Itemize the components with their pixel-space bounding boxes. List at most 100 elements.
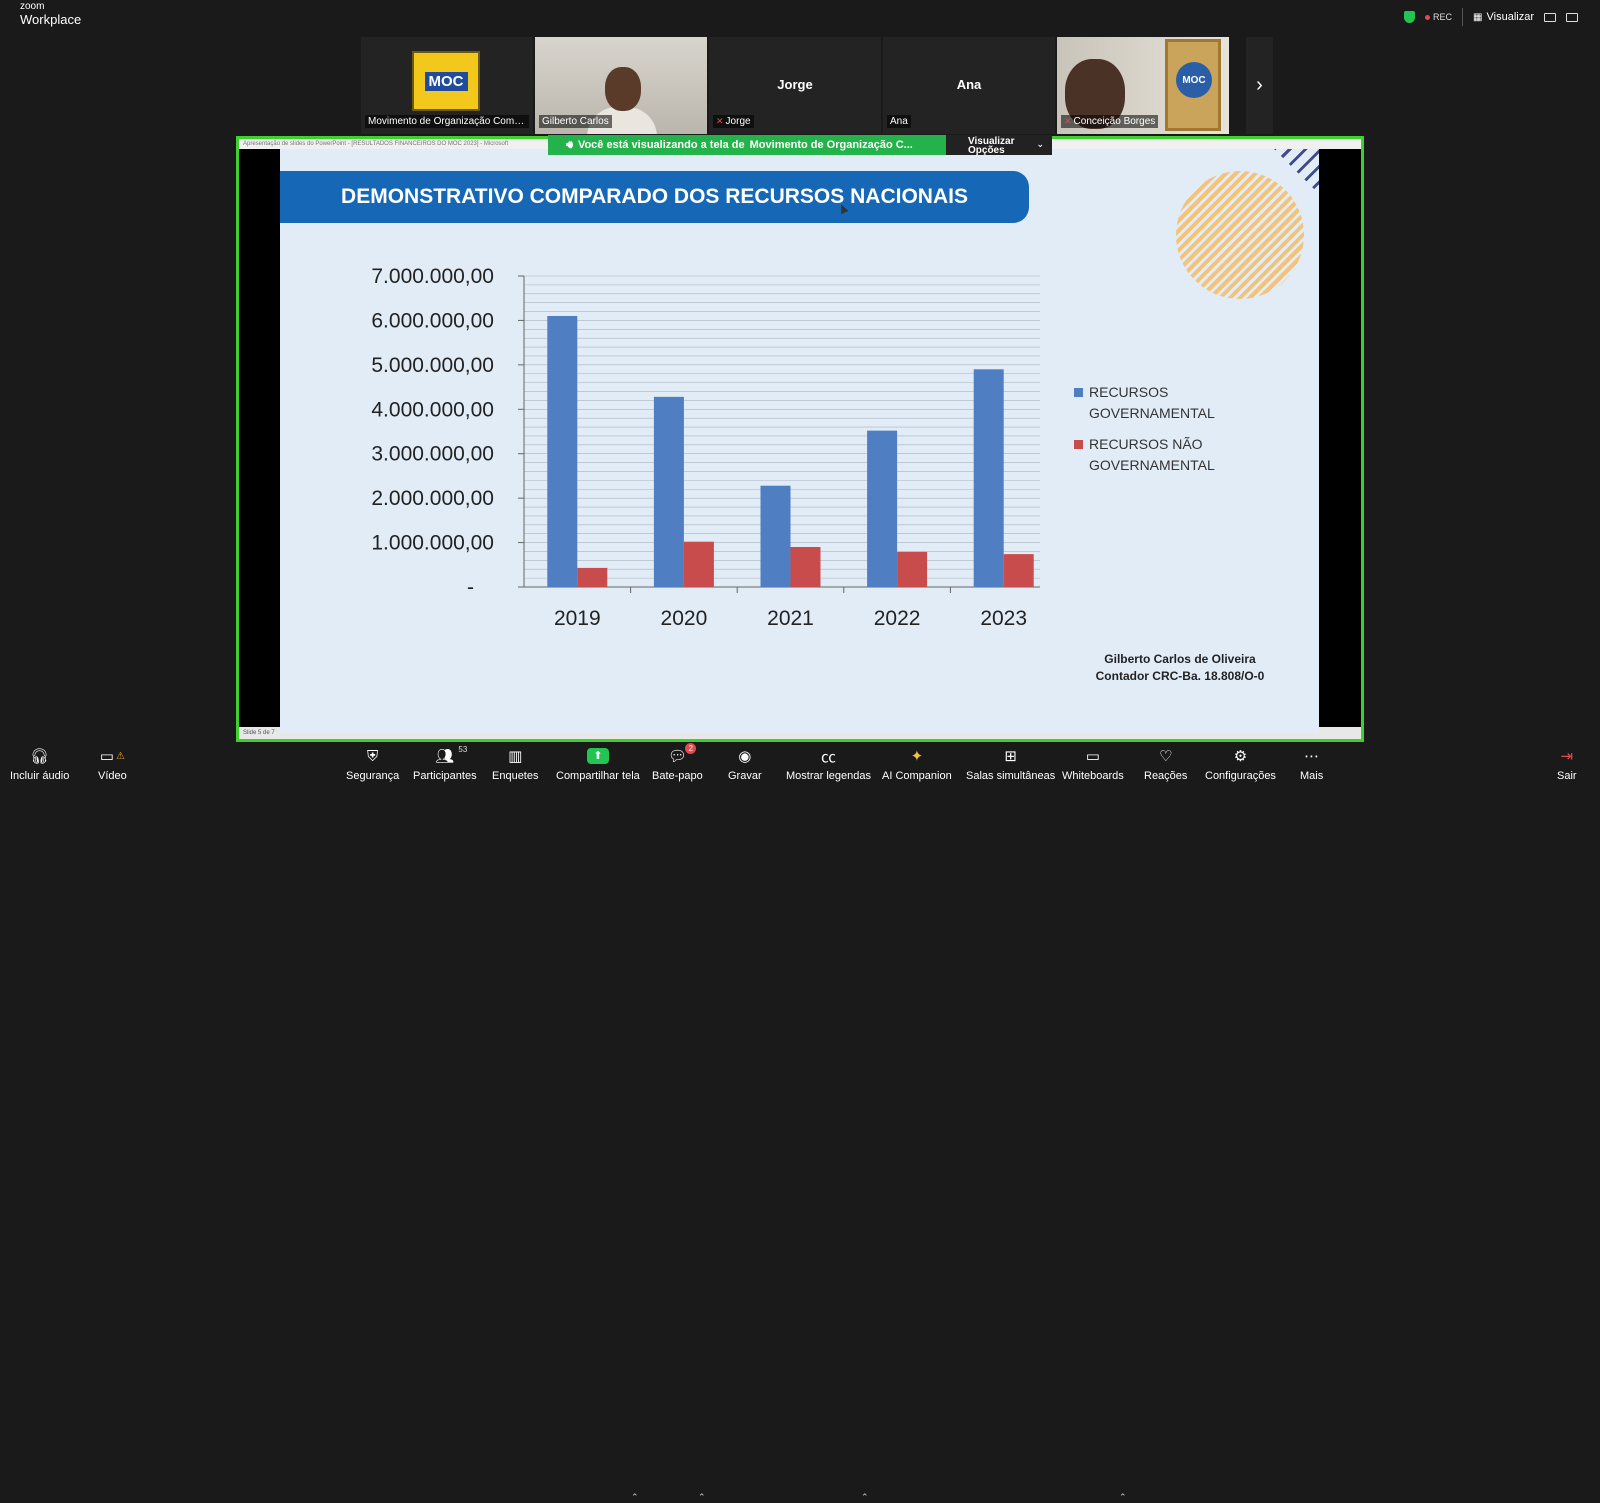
chat-caret-icon[interactable]: ⌃ bbox=[698, 1492, 706, 1503]
people-icon: 👥︎ 53 bbox=[435, 745, 468, 765]
divider bbox=[1462, 8, 1464, 26]
participant-name: Gilberto Carlos bbox=[539, 115, 612, 128]
bar-chart-icon: ▥ bbox=[508, 748, 523, 765]
screen-share-banner: 🔊︎ Você está visualizando a tela de Movi… bbox=[548, 135, 946, 155]
participant-name: Movimento de Organização Comun... bbox=[365, 115, 529, 128]
chevron-down-icon: ⌄ bbox=[1036, 139, 1044, 149]
meeting-toolbar: 🎧︎ Incluir áudio ▭ ⚠ Vídeo ⛨ Segurança 👥︎ 53 P… bbox=[0, 743, 1600, 1502]
headphones-icon: 🎧︎ bbox=[30, 748, 50, 765]
polls-button[interactable]: ▥ Enquetes bbox=[492, 745, 538, 787]
chat-button[interactable]: 💬︎ 2 Bate-papo bbox=[652, 743, 703, 787]
security-button[interactable]: ⛨ Segurança bbox=[346, 745, 399, 787]
whiteboards-button[interactable]: ▭ Whiteboards bbox=[1062, 745, 1124, 787]
record-dot-icon bbox=[1425, 14, 1431, 20]
participant-name: Ana bbox=[887, 115, 911, 128]
more-button[interactable]: ⋯ Mais bbox=[1300, 745, 1323, 787]
join-audio-button[interactable]: 🎧︎ Incluir áudio bbox=[10, 745, 69, 787]
x-tick-label: 2019 bbox=[554, 607, 601, 629]
sparkle-icon: ✦ bbox=[910, 748, 924, 765]
x-tick-label: 2021 bbox=[767, 607, 814, 629]
participant-center-name: Ana bbox=[956, 77, 982, 92]
y-tick-label: 3.000.000,00 bbox=[371, 443, 494, 466]
participant-tile-conceicao[interactable]: MOC ✕ Conceição Borges bbox=[1057, 37, 1229, 134]
chat-icon: 💬︎ 2 bbox=[668, 743, 696, 767]
mic-muted-icon: ✕ bbox=[1064, 116, 1072, 126]
chart-legend: RECURSOS GOVERNAMENTAL RECURSOS NÃO GOVE… bbox=[1074, 382, 1234, 486]
bar-chart: - 1.000.000,00 2.000.000,00 3.000.000,00 4.0… bbox=[371, 265, 1040, 629]
recording-indicator[interactable]: REC bbox=[1425, 12, 1452, 22]
share-caret-icon[interactable]: ⌃ bbox=[631, 1492, 639, 1503]
record-icon: ◉ bbox=[738, 748, 752, 765]
bar-nao-governamental bbox=[790, 547, 821, 587]
participant-tile-jorge[interactable]: Jorge ✕ Jorge bbox=[709, 37, 881, 134]
moc-seal: MOC bbox=[1176, 62, 1212, 98]
bar-governamental bbox=[760, 485, 791, 587]
more-dots-icon: ⋯ bbox=[1304, 748, 1320, 765]
zoom-logo: zoom Workplace bbox=[20, 1, 82, 27]
mic-muted-icon: ✕ bbox=[716, 116, 724, 126]
bar-nao-governamental bbox=[683, 541, 714, 587]
moc-banner: MOC bbox=[1165, 39, 1221, 131]
participant-tile-gilberto[interactable]: Gilberto Carlos bbox=[535, 37, 707, 134]
security-shield-icon[interactable] bbox=[1404, 11, 1416, 23]
x-tick-label: 2022 bbox=[874, 607, 921, 629]
person-head bbox=[605, 67, 641, 111]
participant-name: ✕ Jorge bbox=[713, 115, 754, 128]
grid-icon: ⊞ bbox=[1004, 748, 1017, 765]
y-tick-label: 1.000.000,00 bbox=[371, 532, 494, 555]
grid-view-icon: ▦ bbox=[1473, 11, 1483, 23]
y-tick-label: - bbox=[467, 576, 474, 599]
top-bar: zoom Workplace REC ▦ Visualizar bbox=[0, 0, 1600, 34]
x-tick-label: 2020 bbox=[661, 607, 708, 629]
legend-item-nao-governamental: RECURSOS NÃO GOVERNAMENTAL bbox=[1074, 434, 1234, 476]
x-tick-label: 2023 bbox=[980, 607, 1027, 629]
fullscreen-icon[interactable] bbox=[1566, 12, 1578, 22]
video-button[interactable]: ▭ ⚠ Vídeo bbox=[98, 745, 127, 787]
moc-logo: MOC bbox=[412, 51, 480, 111]
share-arrow-icon: ⬆ bbox=[586, 745, 609, 767]
view-options-button[interactable]: Visualizar Opções ⌄ bbox=[946, 135, 1052, 156]
participants-button[interactable]: 👥︎ 53 Participantes bbox=[413, 745, 477, 787]
shield-icon: ⛨ bbox=[366, 747, 379, 765]
cc-icon: ㏄ bbox=[820, 748, 836, 766]
leave-button[interactable]: ⇥ Sair bbox=[1557, 745, 1577, 787]
gear-icon: ⚙ bbox=[1233, 748, 1248, 765]
participant-strip: MOC Movimento de Organização Comun... Gi… bbox=[361, 37, 1229, 134]
whiteboards-caret-icon[interactable]: ⌃ bbox=[1119, 1492, 1127, 1503]
signature: Gilberto Carlos de Oliveira Contador CRC… bbox=[1095, 652, 1265, 683]
bar-governamental bbox=[653, 396, 684, 587]
legend-item-governamental: RECURSOS GOVERNAMENTAL bbox=[1074, 382, 1234, 424]
participant-name: ✕ Conceição Borges bbox=[1061, 115, 1159, 128]
captions-caret-icon[interactable]: ⌃ bbox=[861, 1492, 869, 1503]
bar-nao-governamental bbox=[577, 567, 608, 587]
participant-tile-ana[interactable]: Ana Ana bbox=[883, 37, 1055, 134]
y-tick-label: 5.000.000,00 bbox=[371, 354, 494, 377]
y-tick-label: 6.000.000,00 bbox=[371, 309, 494, 332]
heart-icon: ♡ bbox=[1158, 748, 1173, 765]
view-button[interactable]: ▦ Visualizar bbox=[1473, 11, 1534, 23]
picture-in-picture-icon[interactable] bbox=[1544, 12, 1556, 22]
bar-governamental bbox=[973, 369, 1004, 587]
legend-swatch bbox=[1074, 388, 1083, 397]
bar-nao-governamental bbox=[1003, 554, 1034, 587]
bar-nao-governamental bbox=[897, 551, 928, 587]
legend-swatch bbox=[1074, 440, 1083, 449]
participant-center-name: Jorge bbox=[777, 77, 813, 92]
settings-button[interactable]: ⚙ Configurações bbox=[1205, 745, 1276, 787]
participant-tile-moc[interactable]: MOC Movimento de Organização Comun... bbox=[361, 37, 533, 134]
next-page-chevron-icon[interactable]: › bbox=[1246, 37, 1273, 134]
breakout-rooms-button[interactable]: ⊞ Salas simultâneas bbox=[966, 745, 1055, 787]
y-tick-label: 4.000.000,00 bbox=[371, 398, 494, 421]
bar-governamental bbox=[867, 430, 898, 587]
record-button[interactable]: ◉ Gravar bbox=[728, 745, 762, 787]
video-off-icon: ▭ ⚠ bbox=[99, 748, 125, 765]
y-tick-label: 7.000.000,00 bbox=[371, 265, 494, 288]
share-screen-button[interactable]: ⬆ Compartilhar tela bbox=[556, 745, 640, 787]
presentation-slide: DEMONSTRATIVO COMPARADO DOS RECURSOS NAC… bbox=[280, 149, 1319, 733]
ai-companion-button[interactable]: ✦ AI Companion bbox=[882, 745, 952, 787]
captions-button[interactable]: ㏄ Mostrar legendas bbox=[786, 745, 871, 787]
reactions-button[interactable]: ♡ Reações bbox=[1144, 745, 1187, 787]
whiteboard-icon: ▭ bbox=[1085, 748, 1100, 765]
decorative-circle bbox=[1176, 171, 1304, 299]
bar-governamental bbox=[547, 315, 578, 587]
